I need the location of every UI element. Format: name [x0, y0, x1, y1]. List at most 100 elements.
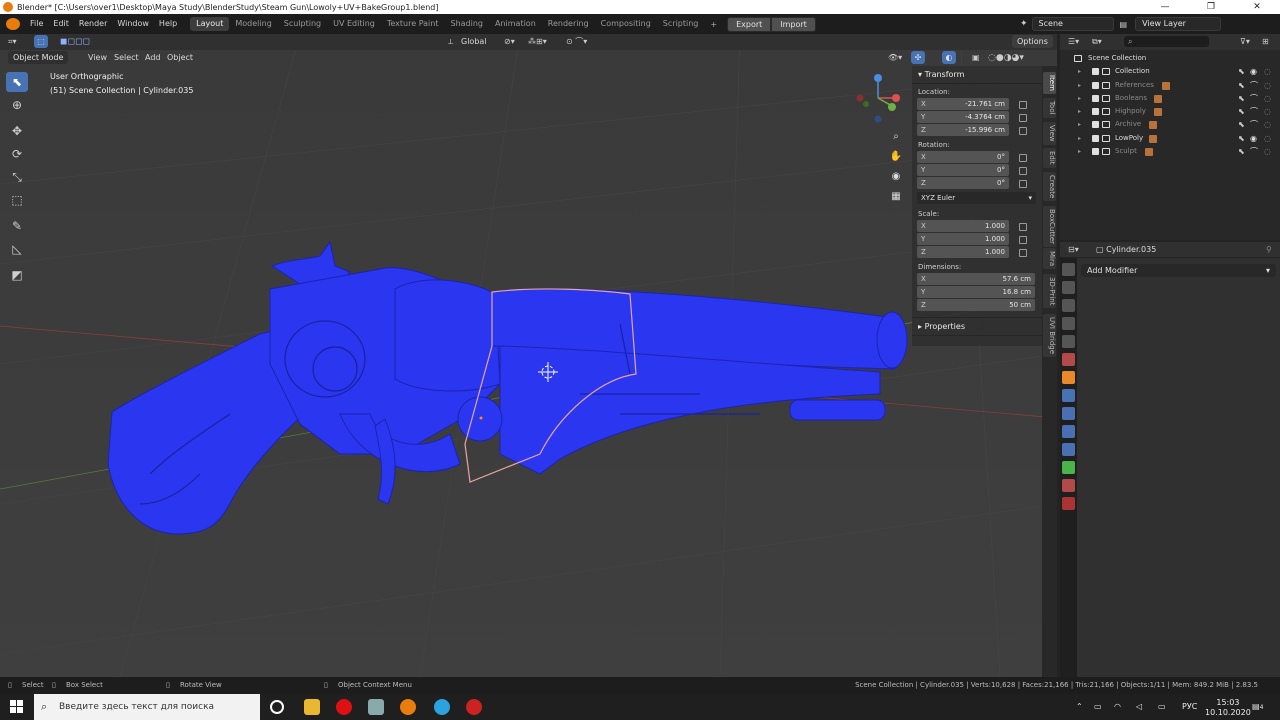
dimensions-y-field[interactable]: Y 16.8 cm: [917, 286, 1035, 298]
tab-edit[interactable]: Edit: [1043, 148, 1056, 168]
scale-x-field[interactable]: X 1.000: [917, 220, 1009, 232]
opera-icon[interactable]: [336, 699, 352, 715]
scale-z-field[interactable]: Z 1.000: [917, 246, 1009, 258]
rotation-mode-select[interactable]: XYZ Euler ▾: [917, 192, 1036, 204]
select-arrow-icon[interactable]: ⬉: [1238, 145, 1245, 158]
overlay-toggle-icon[interactable]: ◐: [942, 51, 956, 64]
tab-scripting[interactable]: Scripting: [657, 17, 705, 31]
scale-y-field[interactable]: Y 1.000: [917, 233, 1009, 245]
outliner-item[interactable]: ▸ Sculpt ⬉ ⌒ ◌: [1060, 145, 1280, 158]
menu-edit[interactable]: Edit: [48, 14, 74, 34]
expand-arrow-icon[interactable]: ▸: [1078, 105, 1081, 118]
dimensions-x-field[interactable]: X 57.6 cm: [917, 273, 1035, 285]
rotation-z-field[interactable]: Z 0°: [917, 177, 1009, 189]
tab-compositing[interactable]: Compositing: [595, 17, 657, 31]
hand-pan-icon[interactable]: ✋: [888, 149, 904, 165]
shading-mode-icons[interactable]: ◌●◑◕▾: [988, 50, 1024, 66]
rotation-y-field[interactable]: Y 0°: [917, 164, 1009, 176]
perspective-grid-icon[interactable]: ▦: [888, 189, 904, 205]
new-collection-icon[interactable]: ⊞: [1262, 34, 1269, 50]
texture-tab-icon[interactable]: [1062, 497, 1075, 510]
camera-render-icon[interactable]: ◌: [1264, 145, 1271, 158]
constraints-tab-icon[interactable]: [1062, 443, 1075, 456]
exclude-checkbox[interactable]: [1092, 121, 1099, 129]
blender-taskbar-icon[interactable]: [400, 699, 416, 715]
location-x-field[interactable]: X -21.761 cm: [917, 98, 1009, 110]
app-red-icon[interactable]: [466, 699, 482, 715]
lock-icon[interactable]: [1019, 153, 1027, 162]
select-arrow-icon[interactable]: ⬉: [1238, 105, 1245, 118]
menu-add[interactable]: Add: [145, 50, 161, 66]
output-tab-icon[interactable]: [1062, 299, 1075, 312]
view-layer-tab-icon[interactable]: [1062, 317, 1075, 330]
tab-view[interactable]: View: [1043, 122, 1056, 145]
gizmo-toggle-icon[interactable]: ✣: [911, 51, 925, 64]
outliner-search-input[interactable]: ⌕: [1124, 36, 1209, 47]
expand-arrow-icon[interactable]: ▸: [1078, 79, 1081, 92]
expand-arrow-icon[interactable]: ▸: [1078, 145, 1081, 158]
cortana-icon[interactable]: [270, 700, 284, 714]
cursor-tool-icon[interactable]: ⊕: [6, 95, 28, 115]
tab-tool[interactable]: Tool: [1043, 98, 1056, 118]
lock-icon[interactable]: [1019, 222, 1027, 231]
select-arrow-icon[interactable]: ⬉: [1238, 132, 1245, 145]
tab-texture-paint[interactable]: Texture Paint: [381, 17, 445, 31]
rotation-x-field[interactable]: X 0°: [917, 151, 1009, 163]
windows-start-icon[interactable]: [0, 694, 34, 720]
filter-icon[interactable]: ⊽▾: [1240, 34, 1250, 50]
outliner-item[interactable]: ▸ Archive ⬉ ⌒ ◌: [1060, 118, 1280, 131]
3d-viewport[interactable]: User Orthographic (51) Scene Collection …: [0, 34, 1057, 677]
menu-window[interactable]: Window: [112, 14, 154, 34]
tab-shading[interactable]: Shading: [444, 17, 489, 31]
outliner-item[interactable]: ▸ Booleans ⬉ ⌒ ◌: [1060, 92, 1280, 105]
scene-icon[interactable]: ✦: [1020, 19, 1028, 29]
network-icon[interactable]: ▭: [1094, 694, 1102, 720]
menu-object[interactable]: Object: [167, 50, 193, 66]
material-tab-icon[interactable]: [1062, 479, 1075, 492]
data-tab-icon[interactable]: [1062, 461, 1075, 474]
add-cube-tool-icon[interactable]: ◩: [6, 265, 28, 285]
outliner-editor-icon[interactable]: ☰▾: [1068, 34, 1079, 50]
tab-3d-print[interactable]: 3D-Print: [1043, 274, 1056, 309]
exclude-checkbox[interactable]: [1092, 94, 1099, 102]
tab-mira[interactable]: Mira: [1043, 248, 1056, 270]
pin-icon[interactable]: ⚲: [1266, 242, 1272, 258]
view-layer-icon[interactable]: ▤: [1120, 20, 1128, 29]
annotate-tool-icon[interactable]: ✎: [6, 216, 28, 236]
tray-chevron-icon[interactable]: ⌃: [1076, 694, 1083, 720]
visibility-icon[interactable]: 👁▾: [888, 50, 902, 66]
import-button[interactable]: Import: [771, 16, 816, 32]
blender-menu-icon[interactable]: [6, 18, 20, 30]
tab-modeling[interactable]: Modeling: [229, 17, 277, 31]
tab-boxcutter[interactable]: BoxCutter: [1043, 206, 1056, 248]
lock-icon[interactable]: [1019, 166, 1027, 175]
file-explorer-icon[interactable]: [304, 699, 320, 715]
world-tab-icon[interactable]: [1062, 353, 1075, 366]
display-mode-icon[interactable]: ⧉▾: [1092, 34, 1102, 50]
proportional-edit-icon[interactable]: ⊙ ⌒▾: [566, 34, 587, 50]
location-y-field[interactable]: Y -4.3764 cm: [917, 111, 1009, 123]
physics-tab-icon[interactable]: [1062, 425, 1075, 438]
eye-icon[interactable]: ⌒: [1250, 118, 1258, 131]
tab-animation[interactable]: Animation: [489, 17, 542, 31]
camera-render-icon[interactable]: ◌: [1264, 79, 1271, 92]
camera-render-icon[interactable]: ◌: [1264, 132, 1271, 145]
select-arrow-icon[interactable]: ⬉: [1238, 65, 1245, 78]
outliner-item[interactable]: ▸ Highpoly ⬉ ⌒ ◌: [1060, 105, 1280, 118]
exclude-checkbox[interactable]: [1092, 148, 1099, 156]
add-workspace-button[interactable]: +: [706, 20, 721, 29]
minimize-button[interactable]: —: [1142, 0, 1188, 14]
eye-icon[interactable]: ⌒: [1250, 79, 1258, 92]
battery-icon[interactable]: ▭: [1158, 694, 1166, 720]
lock-icon[interactable]: [1019, 248, 1027, 257]
dimensions-z-field[interactable]: Z 50 cm: [917, 299, 1035, 311]
options-dropdown[interactable]: Options: [1012, 35, 1053, 48]
expand-arrow-icon[interactable]: ▸: [1078, 92, 1081, 105]
telegram-icon[interactable]: [434, 699, 450, 715]
expand-arrow-icon[interactable]: ▸: [1078, 132, 1081, 145]
expand-arrow-icon[interactable]: ▸: [1078, 118, 1081, 131]
tab-uv-editing[interactable]: UV Editing: [327, 17, 381, 31]
camera-render-icon[interactable]: ◌: [1264, 65, 1271, 78]
exclude-checkbox[interactable]: [1092, 68, 1099, 76]
menu-select[interactable]: Select: [114, 50, 139, 66]
